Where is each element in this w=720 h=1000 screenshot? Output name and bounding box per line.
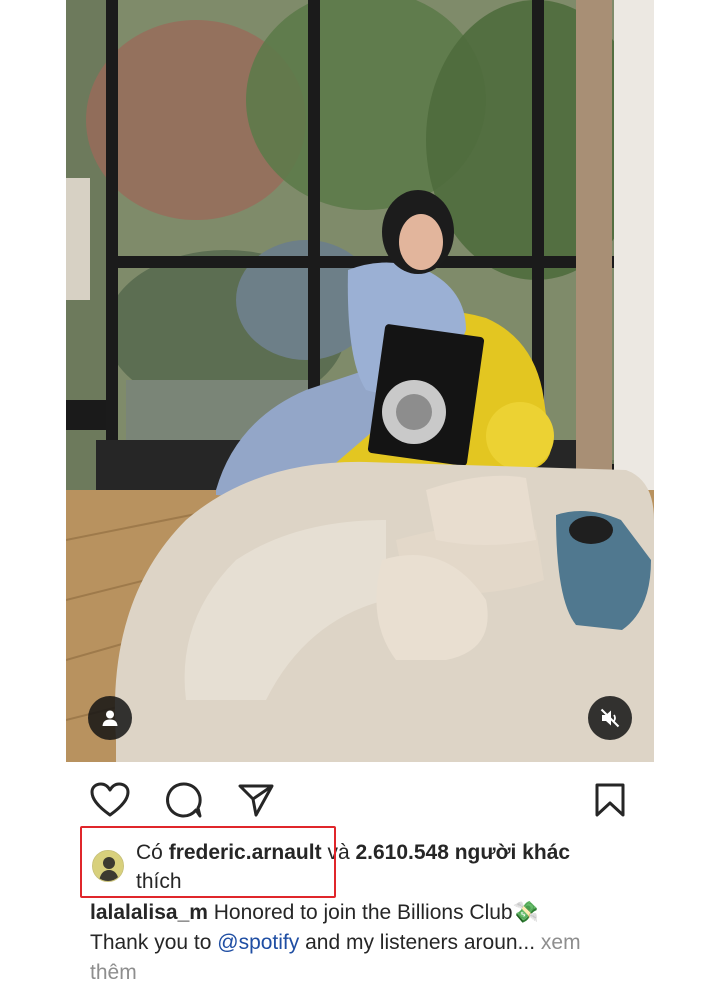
like-button[interactable]: [88, 778, 132, 822]
paper-plane-icon: [238, 784, 274, 817]
author-username[interactable]: lalalalisa_m: [90, 901, 208, 924]
video-frame-illustration: [66, 0, 654, 762]
comment-bubble-icon: [166, 782, 202, 818]
post-video[interactable]: [66, 0, 654, 762]
highlight-annotation: [80, 826, 336, 898]
comment-button[interactable]: [162, 778, 206, 822]
post-caption: lalalalisa_m Honored to join the Billion…: [90, 898, 630, 988]
see-more-part-1[interactable]: xem: [541, 931, 581, 954]
caption-line-1: Honored to join the Billions Club: [213, 901, 513, 924]
others-count[interactable]: 2.610.548 người khác: [355, 841, 570, 864]
see-more-part-2[interactable]: thêm: [90, 961, 137, 984]
mute-toggle-button[interactable]: [588, 696, 632, 740]
bookmark-icon: [595, 783, 625, 817]
share-button[interactable]: [234, 778, 278, 822]
person-icon: [102, 710, 118, 726]
heart-icon: [90, 782, 130, 817]
mention-link[interactable]: @spotify: [217, 931, 299, 954]
tag-users-button[interactable]: [88, 696, 132, 740]
post-action-bar: [88, 778, 632, 822]
caption-line-2-suffix: and my listeners aroun...: [305, 931, 536, 954]
money-emoji: 💸: [512, 901, 539, 924]
save-button[interactable]: [588, 778, 632, 822]
caption-line-2-prefix: Thank you to: [90, 931, 212, 954]
speaker-muted-icon: [600, 708, 620, 728]
